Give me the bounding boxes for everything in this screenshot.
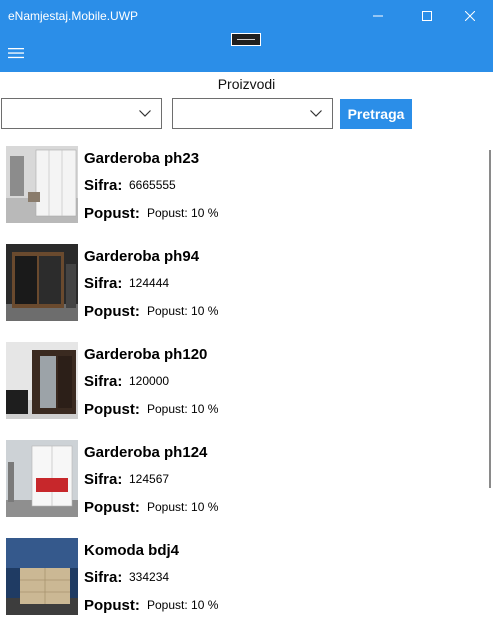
product-list[interactable]: Garderoba ph23 Sifra: 6665555 Popust: Po…	[0, 140, 493, 631]
product-name: Garderoba ph94	[84, 248, 200, 265]
product-image	[6, 342, 78, 419]
maximize-icon	[422, 11, 432, 21]
product-item[interactable]: Garderoba ph94 Sifra: 124444 Popust: Pop…	[0, 238, 480, 336]
debug-frame-counter	[231, 33, 261, 46]
window-title: eNamjestaj.Mobile.UWP	[8, 9, 139, 23]
product-image	[6, 440, 78, 517]
sifra-label: Sifra:	[84, 471, 123, 488]
product-name: Garderoba ph124	[84, 444, 208, 461]
hamburger-icon	[8, 48, 24, 59]
product-image	[6, 538, 78, 615]
type-combobox[interactable]	[172, 98, 333, 129]
popust-value: Popust: 10 %	[147, 500, 219, 514]
popust-label: Popust:	[84, 205, 140, 222]
sifra-value: 124444	[129, 276, 170, 290]
product-name: Komoda bdj4	[84, 542, 180, 559]
product-image	[6, 244, 78, 321]
product-item[interactable]: Komoda bdj4 Sifra: 334234 Popust: Popust…	[0, 532, 480, 630]
close-icon	[465, 11, 475, 21]
popust-label: Popust:	[84, 401, 140, 418]
popust-label: Popust:	[84, 303, 140, 320]
chevron-down-icon	[139, 110, 151, 117]
close-button[interactable]	[447, 0, 493, 32]
list-scrollbar[interactable]	[489, 150, 491, 488]
sifra-label: Sifra:	[84, 275, 123, 292]
sifra-value: 6665555	[129, 178, 176, 192]
product-name: Garderoba ph120	[84, 346, 208, 363]
title-bar: eNamjestaj.Mobile.UWP	[0, 0, 493, 32]
chevron-down-icon	[310, 110, 322, 117]
sifra-value: 124567	[129, 472, 170, 486]
hamburger-button[interactable]	[4, 41, 28, 65]
product-item[interactable]: Garderoba ph124 Sifra: 124567 Popust: Po…	[0, 434, 480, 532]
product-item[interactable]: Garderoba ph23 Sifra: 6665555 Popust: Po…	[0, 140, 480, 238]
minimize-button[interactable]	[355, 0, 401, 32]
product-item[interactable]: Garderoba ph120 Sifra: 120000 Popust: Po…	[0, 336, 480, 434]
sifra-label: Sifra:	[84, 373, 123, 390]
popust-value: Popust: 10 %	[147, 402, 219, 416]
maximize-button[interactable]	[404, 0, 450, 32]
search-button[interactable]: Pretraga	[340, 99, 412, 129]
popust-value: Popust: 10 %	[147, 304, 219, 318]
popust-label: Popust:	[84, 499, 140, 516]
page-title: Proizvodi	[217, 76, 276, 92]
popust-value: Popust: 10 %	[147, 206, 219, 220]
product-name: Garderoba ph23	[84, 150, 200, 167]
sifra-label: Sifra:	[84, 177, 123, 194]
product-image	[6, 146, 78, 223]
popust-value: Popust: 10 %	[147, 598, 219, 612]
popust-label: Popust:	[84, 597, 140, 614]
category-combobox[interactable]	[1, 98, 162, 129]
sifra-value: 120000	[129, 374, 170, 388]
minimize-icon	[373, 15, 383, 17]
sifra-value: 334234	[129, 570, 170, 584]
sifra-label: Sifra:	[84, 569, 123, 586]
